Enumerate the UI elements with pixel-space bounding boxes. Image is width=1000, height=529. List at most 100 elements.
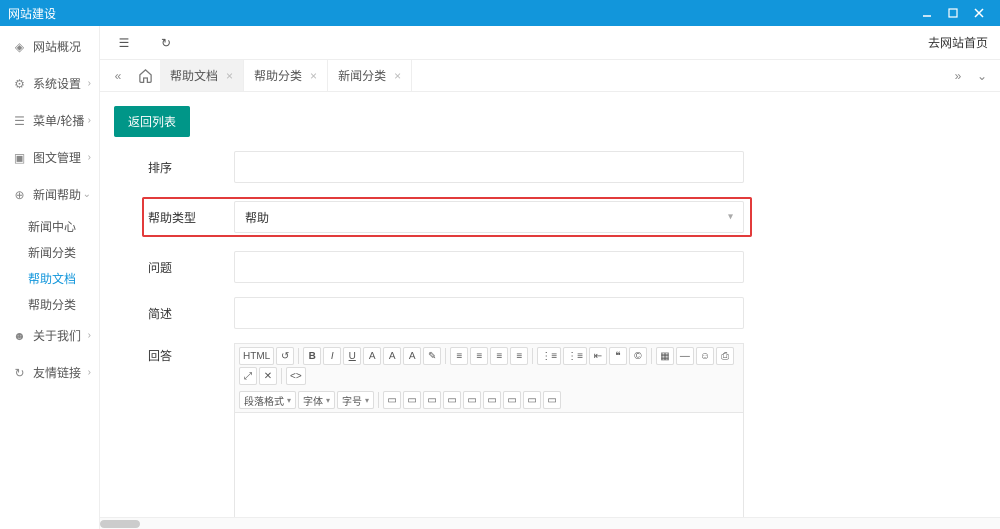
- select-value: 帮助: [245, 209, 269, 226]
- sidebar-item-about[interactable]: ☻ 关于我们 ›: [0, 317, 99, 354]
- editor-quote-button[interactable]: ❝: [609, 347, 627, 365]
- window-maximize-button[interactable]: [940, 4, 966, 22]
- editor-font-select[interactable]: 字体▾: [298, 391, 335, 409]
- tab-scroll-left[interactable]: «: [106, 60, 130, 91]
- chevron-down-icon: ⌄: [83, 189, 91, 200]
- tab-label: 帮助文档: [170, 67, 218, 84]
- goto-site-link[interactable]: 去网站首页: [928, 34, 988, 51]
- sort-input[interactable]: [234, 151, 744, 183]
- editor-fullscreen-button[interactable]: ⤢: [239, 367, 257, 385]
- editor-template-button[interactable]: ▭: [543, 391, 561, 409]
- label-question: 问题: [148, 259, 234, 276]
- editor-video-button[interactable]: ▭: [423, 391, 441, 409]
- editor-brush-button[interactable]: ✎: [423, 347, 441, 365]
- collapse-sidebar-button[interactable]: ☰: [112, 31, 136, 55]
- separator: [281, 368, 282, 384]
- editor-multi-image-button[interactable]: ▭: [403, 391, 421, 409]
- editor-code-button[interactable]: <>: [286, 367, 306, 385]
- close-icon[interactable]: ×: [394, 69, 401, 83]
- editor-unordered-list-button[interactable]: ⋮≡: [563, 347, 587, 365]
- topbar: ☰ ↻ 去网站首页: [100, 26, 1000, 60]
- sidebar-item-overview[interactable]: ◈ 网站概况: [0, 28, 99, 65]
- editor-textarea[interactable]: 字数统计: [235, 413, 743, 517]
- editor-align-right-button[interactable]: ≡: [490, 347, 508, 365]
- label-help-type: 帮助类型: [148, 209, 234, 226]
- editor-symbol-button[interactable]: ©: [629, 347, 647, 365]
- sidebar-subitem-news-category[interactable]: 新闻分类: [0, 239, 99, 265]
- editor-emoji-button[interactable]: ☺: [696, 347, 714, 365]
- separator: [378, 392, 379, 408]
- editor-link-button[interactable]: ▭: [483, 391, 501, 409]
- sidebar-item-menu[interactable]: ☰ 菜单/轮播 ›: [0, 102, 99, 139]
- tab-scroll-right[interactable]: »: [946, 60, 970, 91]
- question-input[interactable]: [234, 251, 744, 283]
- sidebar-item-label: 友情链接: [33, 364, 81, 381]
- tab-home[interactable]: [130, 60, 160, 91]
- separator: [445, 348, 446, 364]
- editor-outdent-button[interactable]: ⇤: [589, 347, 607, 365]
- back-to-list-button[interactable]: 返回列表: [114, 106, 190, 137]
- editor-undo-button[interactable]: ↺: [276, 347, 294, 365]
- tab-label: 新闻分类: [338, 67, 386, 84]
- editor-table-button[interactable]: ▦: [656, 347, 674, 365]
- dashboard-icon: ◈: [12, 39, 27, 54]
- help-type-select[interactable]: 帮助 ▾: [234, 201, 744, 233]
- sidebar-item-system[interactable]: ⚙ 系统设置 ›: [0, 65, 99, 102]
- close-icon[interactable]: ×: [310, 69, 317, 83]
- chevron-right-icon: ›: [88, 115, 91, 126]
- editor-html-button[interactable]: HTML: [239, 347, 274, 365]
- list-icon: ☰: [12, 113, 27, 128]
- editor-hr-button[interactable]: —: [676, 347, 694, 365]
- editor-unlink-button[interactable]: ▭: [503, 391, 521, 409]
- link-icon: ↻: [12, 365, 27, 380]
- separator: [532, 348, 533, 364]
- label-sort: 排序: [148, 159, 234, 176]
- horizontal-scrollbar[interactable]: [100, 517, 1000, 529]
- sidebar: ◈ 网站概况 ⚙ 系统设置 › ☰ 菜单/轮播 › ▣ 图文管理 › ⊕ 新闻帮…: [0, 26, 100, 529]
- editor-paragraph-select[interactable]: 段落格式▾: [239, 391, 296, 409]
- brief-input[interactable]: [234, 297, 744, 329]
- sidebar-item-label: 菜单/轮播: [33, 112, 84, 129]
- editor-fontcolor-button[interactable]: A: [403, 347, 421, 365]
- sidebar-subitem-help-category[interactable]: 帮助分类: [0, 291, 99, 317]
- editor-underline-button[interactable]: U: [343, 347, 361, 365]
- refresh-button[interactable]: ↻: [154, 31, 178, 55]
- editor-size-select[interactable]: 字号▾: [337, 391, 374, 409]
- window-close-button[interactable]: [966, 4, 992, 22]
- editor-map-button[interactable]: ▭: [463, 391, 481, 409]
- sidebar-item-links[interactable]: ↻ 友情链接 ›: [0, 354, 99, 391]
- editor-image-button[interactable]: ▭: [383, 391, 401, 409]
- editor-bold-button[interactable]: B: [303, 347, 321, 365]
- sidebar-item-news-help[interactable]: ⊕ 新闻帮助 ⌄: [0, 176, 99, 213]
- user-icon: ☻: [12, 328, 27, 343]
- editor-align-center-button[interactable]: ≡: [470, 347, 488, 365]
- editor-italic-button[interactable]: I: [323, 347, 341, 365]
- chevron-right-icon: ›: [88, 367, 91, 378]
- tab-menu[interactable]: ⌄: [970, 60, 994, 91]
- image-icon: ▣: [12, 150, 27, 165]
- tab-help-doc[interactable]: 帮助文档 ×: [160, 60, 244, 91]
- editor-anchor-button[interactable]: ▭: [523, 391, 541, 409]
- editor-clear-button[interactable]: ✕: [259, 367, 277, 385]
- editor-align-left-button[interactable]: ≡: [450, 347, 468, 365]
- chevron-right-icon: ›: [88, 330, 91, 341]
- separator: [651, 348, 652, 364]
- editor-ordered-list-button[interactable]: ⋮≡: [537, 347, 561, 365]
- chevron-right-icon: ›: [88, 152, 91, 163]
- sidebar-subitem-help-doc[interactable]: 帮助文档: [0, 265, 99, 291]
- window-title: 网站建设: [8, 5, 914, 22]
- label-brief: 简述: [148, 305, 234, 322]
- tab-news-category[interactable]: 新闻分类 ×: [328, 60, 412, 91]
- tab-label: 帮助分类: [254, 67, 302, 84]
- editor-backcolor-button[interactable]: A: [383, 347, 401, 365]
- sidebar-item-media[interactable]: ▣ 图文管理 ›: [0, 139, 99, 176]
- editor-attachment-button[interactable]: ▭: [443, 391, 461, 409]
- window-minimize-button[interactable]: [914, 4, 940, 22]
- editor-align-justify-button[interactable]: ≡: [510, 347, 528, 365]
- editor-print-button[interactable]: ⎙: [716, 347, 734, 365]
- close-icon[interactable]: ×: [226, 69, 233, 83]
- scrollbar-thumb[interactable]: [100, 520, 140, 528]
- tab-help-category[interactable]: 帮助分类 ×: [244, 60, 328, 91]
- editor-forecolor-button[interactable]: A: [363, 347, 381, 365]
- sidebar-subitem-news-center[interactable]: 新闻中心: [0, 213, 99, 239]
